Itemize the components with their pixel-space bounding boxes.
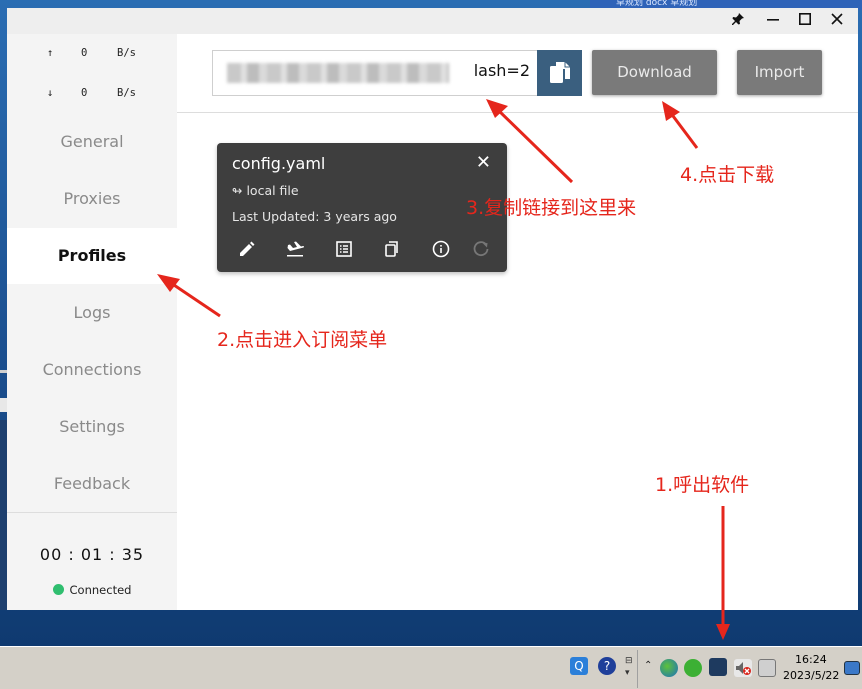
updated-label: Last Updated: [232, 209, 324, 224]
background-window-fragment [0, 398, 7, 412]
sidebar-item-profiles[interactable]: Profiles [7, 228, 177, 284]
network-globe-icon[interactable] [660, 659, 678, 677]
upload-arrow-icon: ↑ [47, 47, 54, 59]
qq-icon[interactable]: Q [570, 657, 588, 675]
upload-speed: ↑ 0 B/s [7, 47, 177, 65]
upload-value: 0 [81, 47, 88, 59]
maximize-button[interactable] [796, 12, 814, 30]
close-icon[interactable]: ✕ [476, 152, 491, 173]
annotation-step3: 3.复制链接到这里来 [466, 197, 637, 219]
annotation-step2: 2.点击进入订阅菜单 [217, 329, 388, 351]
download-arrow-icon: ↓ [47, 87, 54, 99]
duplicate-icon[interactable] [380, 237, 404, 261]
clash-window: ↑ 0 B/s ↓ 0 B/s General Proxies Profiles… [7, 8, 858, 610]
profile-name: config.yaml [232, 154, 326, 173]
close-button[interactable] [828, 12, 846, 30]
help-icon[interactable]: ? [598, 657, 616, 675]
sidebar-item-general[interactable]: General [7, 114, 177, 170]
status-label: Connected [69, 583, 132, 597]
clock-date: 2023/5/22 [783, 669, 840, 682]
wechat-icon[interactable] [684, 659, 702, 677]
sidebar-item-logs[interactable]: Logs [7, 285, 177, 341]
toolbar-divider [177, 112, 858, 113]
sidebar-item-settings[interactable]: Settings [7, 399, 177, 455]
sidebar-divider [7, 512, 177, 513]
profile-card[interactable]: config.yaml ✕ ↬ local file Last Updated:… [217, 143, 507, 272]
download-value: 0 [81, 87, 88, 99]
connection-status: Connected [7, 583, 177, 597]
upload-unit: B/s [117, 47, 136, 59]
paste-button[interactable] [537, 50, 582, 96]
redacted-url [227, 63, 449, 83]
download-button[interactable]: Download [592, 50, 717, 95]
updated-value: 3 years ago [323, 209, 397, 224]
download-unit: B/s [117, 87, 136, 99]
volume-muted-icon[interactable] [734, 659, 752, 677]
profiles-panel: lash=2 Download Import config.yaml ✕ ↬ l… [177, 34, 858, 610]
download-speed: ↓ 0 B/s [7, 87, 177, 105]
subscription-url-input[interactable]: lash=2 [212, 50, 538, 96]
sidebar: ↑ 0 B/s ↓ 0 B/s General Proxies Profiles… [7, 34, 177, 610]
airplane-icon[interactable] [283, 237, 307, 261]
import-button[interactable]: Import [737, 50, 822, 95]
sidebar-item-proxies[interactable]: Proxies [7, 171, 177, 227]
sidebar-item-feedback[interactable]: Feedback [7, 456, 177, 512]
toolbar-chevron-icon[interactable]: ⊟ ▾ [625, 655, 633, 679]
annotation-step1: 1.呼出软件 [655, 474, 750, 496]
edit-icon[interactable] [235, 237, 259, 261]
paste-icon [549, 62, 570, 83]
uptime-timer: 00 : 01 : 35 [39, 545, 145, 564]
list-icon[interactable] [332, 237, 356, 261]
background-window-edge [0, 370, 7, 373]
pin-icon[interactable] [729, 12, 747, 30]
show-desktop-icon[interactable] [844, 661, 860, 675]
network-computer-icon[interactable] [758, 659, 776, 677]
taskbar: Q ? ⊟ ▾ ⌃ [0, 646, 862, 689]
url-text: lash=2 [473, 61, 530, 80]
profile-updated: Last Updated: 3 years ago [232, 209, 397, 224]
info-icon[interactable] [429, 237, 453, 261]
annotation-step4: 4.点击下载 [680, 164, 775, 186]
refresh-icon[interactable] [469, 237, 493, 261]
sidebar-item-connections[interactable]: Connections [7, 342, 177, 398]
title-bar[interactable] [7, 8, 858, 34]
profile-actions [217, 237, 507, 261]
minimize-button[interactable] [764, 12, 782, 30]
tray-expand-icon[interactable]: ⌃ [644, 660, 652, 671]
clock-time: 16:24 [795, 653, 827, 666]
status-dot-icon [52, 584, 64, 595]
profile-type: ↬ local file [232, 183, 299, 198]
clash-cat-icon[interactable] [709, 658, 727, 676]
background-strip [0, 420, 7, 610]
